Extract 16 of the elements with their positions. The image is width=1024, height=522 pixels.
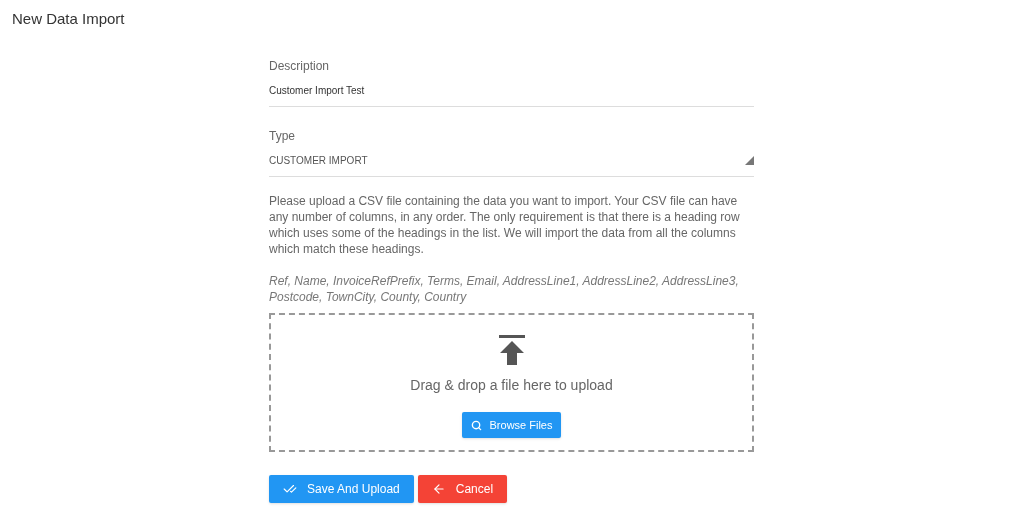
headings-list: Ref, Name, InvoiceRefPrefix, Terms, Email, AddressLine1, AddressLine2, AddressLine3, Postcode, TownCity, County, Country <box>269 273 754 305</box>
dropdown-corner-icon <box>745 156 754 165</box>
description-field[interactable]: Customer Import Test <box>269 83 754 107</box>
browse-files-button[interactable]: Browse Files <box>461 412 562 438</box>
search-icon <box>470 419 482 431</box>
drop-zone[interactable]: Drag & drop a file here to upload Browse Files <box>269 313 754 452</box>
field-label: Type <box>269 128 296 145</box>
page-title: New Data Import <box>12 9 125 29</box>
save-button[interactable]: Save And Upload <box>269 475 414 503</box>
drop-zone-text: Drag & drop a file here to upload <box>410 376 613 395</box>
type-select[interactable]: CUSTOMER IMPORT <box>269 153 754 177</box>
upload-icon <box>498 335 525 365</box>
double-check-icon <box>283 482 297 496</box>
cancel-button[interactable]: Cancel <box>417 475 508 503</box>
field-label: Description <box>269 58 331 75</box>
instructions-text: Please upload a CSV file containing the data you want to import. Your CSV file can have any number of columns, in any order. The only requirement is that there is a heading row which uses some of the headings in the list. We will import the data from all the columns which match these headings. <box>269 193 741 257</box>
